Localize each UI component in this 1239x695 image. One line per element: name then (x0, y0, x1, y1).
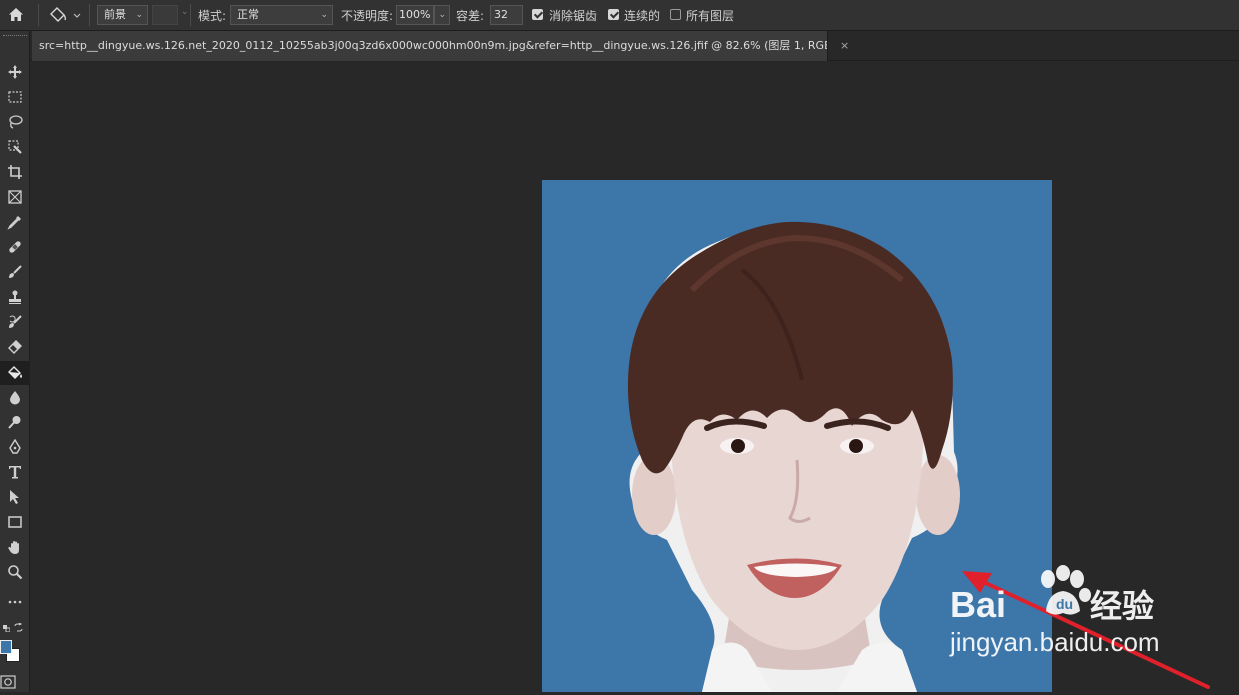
stamp-icon (7, 289, 23, 308)
eyedropper-icon (7, 214, 23, 233)
move-tool[interactable] (0, 61, 30, 85)
eraser-tool[interactable] (0, 336, 30, 360)
dodge-icon (7, 414, 23, 433)
mode-select[interactable]: 正常 ⌄ (230, 5, 333, 25)
arrow-icon (7, 489, 23, 508)
hand-icon (7, 539, 23, 558)
lasso-icon (7, 114, 23, 133)
all-layers-checkbox[interactable] (670, 9, 681, 20)
paint-bucket-icon (7, 364, 23, 383)
blur-tool[interactable] (0, 386, 30, 410)
fill-source-value: 前景 (104, 8, 126, 21)
type-icon (7, 464, 23, 483)
baidu-brand-jingyan: 经验 (1090, 587, 1155, 625)
foreground-color-swatch[interactable] (0, 640, 12, 654)
quick-select-icon (7, 139, 23, 158)
document-tab[interactable]: src=http__dingyue.ws.126.net_2020_0112_1… (32, 31, 828, 61)
baidu-url: jingyan.baidu.com (950, 627, 1160, 657)
type-tool[interactable] (0, 461, 30, 485)
frame-tool[interactable] (0, 186, 30, 210)
hand-tool[interactable] (0, 536, 30, 560)
opacity-dropdown[interactable]: ⌄ (434, 5, 450, 25)
pen-icon (7, 438, 23, 458)
panel-grip[interactable] (3, 35, 27, 39)
chevron-down-icon: ⌄ (438, 10, 446, 20)
brush-tool[interactable] (0, 261, 30, 285)
lasso-tool[interactable] (0, 111, 30, 135)
default-colors-icon[interactable] (3, 621, 11, 633)
mode-value: 正常 (237, 8, 259, 21)
marquee-icon (7, 89, 23, 108)
healing-brush-tool[interactable] (0, 236, 30, 260)
opacity-input[interactable]: 100% (396, 5, 434, 25)
rectangle-tool[interactable] (0, 511, 30, 535)
fill-source-select[interactable]: 前景 ⌄ (97, 5, 148, 25)
svg-text:du: du (1056, 596, 1073, 612)
divider (38, 4, 39, 26)
zoom-icon (7, 564, 23, 583)
tolerance-input[interactable]: 32 (490, 5, 523, 25)
paint-bucket-tool[interactable] (0, 361, 30, 385)
document-tab-title: src=http__dingyue.ws.126.net_2020_0112_1… (39, 39, 828, 52)
options-bar: 前景 ⌄ ⌄ 模式: 正常 ⌄ 不透明度: 100% ⌄ 容差: 32 消除锯齿… (0, 0, 1239, 31)
bandage-icon (7, 239, 23, 258)
clone-stamp-tool[interactable] (0, 286, 30, 310)
tolerance-label: 容差: (456, 9, 485, 23)
rectangle-icon (7, 514, 23, 533)
close-icon[interactable]: × (840, 39, 849, 52)
chevron-down-icon: ⌄ (135, 10, 143, 20)
move-icon (7, 64, 23, 83)
swap-colors-icon[interactable] (14, 621, 23, 632)
drop-icon (7, 389, 23, 408)
divider (190, 4, 191, 26)
opacity-value: 100% (399, 8, 431, 21)
more-tools[interactable] (0, 591, 30, 615)
crop-tool[interactable] (0, 161, 30, 185)
chevron-down-icon: ⌄ (320, 10, 328, 20)
ellipsis-icon (7, 594, 23, 613)
frame-icon (7, 189, 23, 208)
marquee-tool[interactable] (0, 86, 30, 110)
opacity-label: 不透明度: (341, 9, 394, 23)
document-tab-bar: src=http__dingyue.ws.126.net_2020_0112_1… (30, 31, 1239, 61)
quick-select-tool[interactable] (0, 136, 30, 160)
dodge-tool[interactable] (0, 411, 30, 435)
pattern-swatch[interactable] (152, 5, 178, 25)
brush-icon (7, 264, 23, 283)
history-brush-icon (7, 314, 23, 333)
eraser-icon (7, 339, 23, 358)
path-select-tool[interactable] (0, 486, 30, 510)
history-brush-tool[interactable] (0, 311, 30, 335)
crop-icon (7, 164, 23, 183)
anti-alias-label: 消除锯齿 (549, 9, 598, 23)
eyedropper-tool[interactable] (0, 211, 30, 235)
contiguous-checkbox[interactable] (608, 9, 619, 20)
tools-panel (0, 31, 30, 692)
baidu-brand-bai: Bai (950, 584, 1007, 625)
divider (89, 4, 90, 26)
quick-mask-icon[interactable] (0, 675, 16, 689)
contiguous-label: 连续的 (624, 9, 661, 23)
paw-logo-icon: du (1041, 565, 1091, 615)
mode-label: 模式: (198, 9, 227, 23)
pen-tool[interactable] (0, 436, 30, 460)
chevron-down-icon[interactable]: ⌄ (181, 7, 189, 17)
zoom-tool[interactable] (0, 561, 30, 585)
paint-bucket-preset-icon[interactable] (48, 6, 82, 24)
anti-alias-checkbox[interactable] (532, 9, 543, 20)
all-layers-label: 所有图层 (686, 9, 735, 23)
baidu-watermark: du Bai 经验 jingyan.baidu.com (950, 565, 1180, 665)
home-icon[interactable] (7, 6, 25, 24)
tolerance-value: 32 (494, 8, 508, 21)
